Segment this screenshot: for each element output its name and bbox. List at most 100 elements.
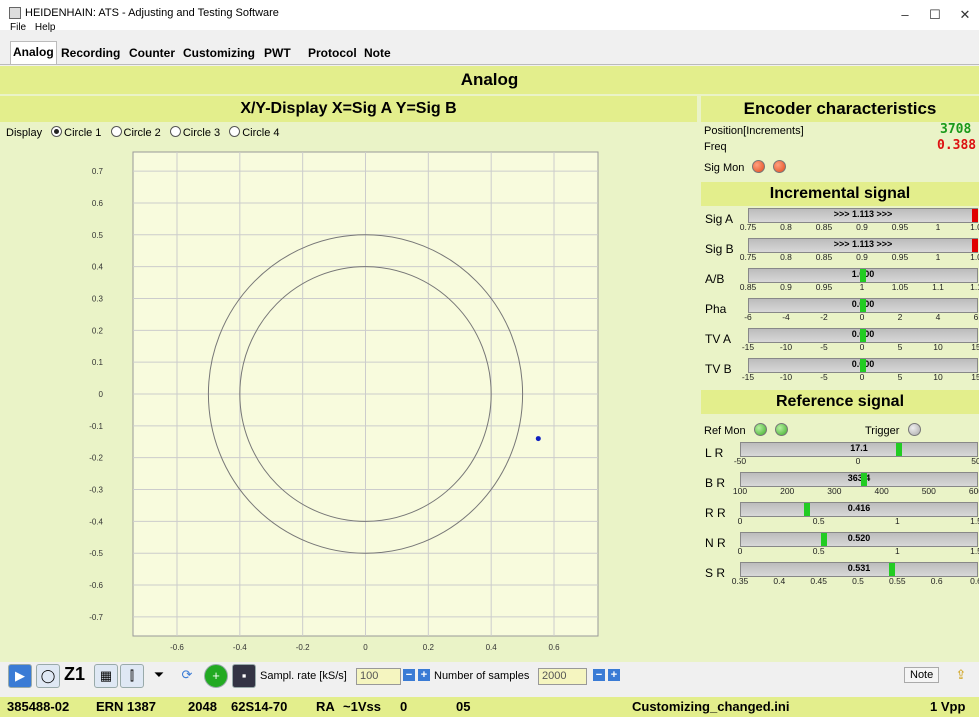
y-tick-label: 0.2 (92, 326, 104, 335)
ref-meter-scale: 100 200 300 400 500 600 (733, 486, 979, 496)
sig-mon: Sig Mon (704, 160, 787, 174)
y-tick-label: -0.2 (89, 454, 103, 463)
circle-2-radio[interactable] (110, 126, 122, 137)
num-samples-input[interactable]: 2000 (538, 668, 587, 685)
refresh-icon[interactable]: ⟳ (176, 664, 198, 686)
num-samples-minus[interactable]: − (593, 669, 605, 681)
tab-bar: Analog Recording Counter Customizing PWT… (0, 40, 979, 65)
inc-meter-tick-label: -2 (820, 312, 828, 322)
meter-marker (820, 533, 827, 546)
filter-icon[interactable]: ⏷ (148, 664, 170, 686)
ref-meter-bar: 17.1 (740, 442, 978, 457)
ref-meter-value: 0.520 (847, 533, 871, 543)
ref-meter-bar: 0.531 (740, 562, 978, 577)
save-icon[interactable]: ▪ (232, 664, 256, 688)
inc-meter-tick-label: 6 (973, 312, 979, 322)
grid-icon[interactable]: ▦ (94, 664, 118, 688)
circle-1-label[interactable]: Circle 1 (64, 127, 101, 139)
ref-meter-tick-label: 200 (780, 486, 795, 496)
tab-pwt[interactable]: PWT (262, 43, 293, 63)
sig-mon-led-1 (752, 160, 766, 173)
ref-meter-tick-label: 1.5 (970, 546, 979, 556)
inc-meter-tick-label: 0.9 (856, 222, 868, 232)
circle-icon[interactable]: ◯ (36, 664, 60, 688)
maximize-button[interactable]: ☐ (920, 2, 950, 28)
y-tick-label: -0.1 (89, 422, 103, 431)
status-ra: RA (316, 699, 335, 714)
inc-meter-label: TV B (705, 362, 732, 376)
inc-meter-scale: 0.85 0.9 0.95 1 1.05 1.1 1.1 (740, 282, 979, 292)
ref-meter-scale: -50 0 50 (734, 456, 979, 466)
marker-icon[interactable]: ⫿ (120, 664, 144, 688)
ref-meter-scale: 0 0.5 1 1.5 (737, 546, 979, 556)
tab-protocol[interactable]: Protocol (306, 43, 359, 63)
meter-marker (889, 563, 896, 576)
circle-3-label[interactable]: Circle 3 (183, 127, 220, 139)
exit-icon[interactable]: ⇪ (950, 664, 972, 686)
close-button[interactable]: ✕ (950, 2, 979, 28)
sample-rate-input[interactable]: 100 (356, 668, 401, 685)
freq-value: 0.388 (937, 138, 977, 153)
minimize-button[interactable]: – (890, 2, 920, 28)
play-icon[interactable]: ▶ (8, 664, 32, 688)
status-lines: 2048 (188, 699, 217, 714)
ref-meter-scale: 0.35 0.4 0.45 0.5 0.55 0.6 0.6 (732, 576, 979, 586)
sample-rate-minus[interactable]: − (403, 669, 415, 681)
ref-meter-value: 0.416 (847, 503, 871, 513)
inc-meter-tick-label: 15 (971, 342, 979, 352)
circle-3-radio[interactable] (169, 126, 181, 137)
inc-meter-bar: 1.000 (748, 268, 978, 283)
tab-recording[interactable]: Recording (59, 43, 122, 63)
inc-meter-tick-label: 0.75 (739, 252, 757, 262)
title-bar: HEIDENHAIN: ATS - Adjusting and Testing … (0, 0, 979, 30)
menu-file[interactable]: File (10, 22, 26, 33)
ref-meter-tick-label: 0 (737, 516, 743, 526)
circle-2-label[interactable]: Circle 2 (124, 127, 161, 139)
circle-4-label[interactable]: Circle 4 (242, 127, 279, 139)
ref-meter-tick-label: 0 (737, 546, 743, 556)
add-icon[interactable]: + (204, 664, 228, 688)
meter-marker (804, 503, 811, 516)
meter-marker (860, 473, 867, 486)
inc-meter-tick-label: 10 (933, 372, 943, 382)
ref-meter-tick-label: 0 (855, 456, 861, 466)
inc-meter-label: A/B (705, 272, 725, 286)
ref-meter-label: L R (705, 446, 724, 460)
meter-marker (860, 269, 866, 282)
note-button[interactable]: Note (904, 667, 940, 683)
y-tick-label: 0.3 (92, 294, 104, 303)
trigger: Trigger (865, 423, 921, 437)
ref-mon: Ref Mon (704, 423, 788, 437)
circle-4-radio[interactable] (229, 126, 241, 137)
z1-button[interactable]: Z1 (64, 664, 85, 685)
ref-meter-tick-label: 600 (968, 486, 979, 496)
circle-1-radio[interactable] (51, 126, 63, 137)
ref-meter-tick-label: 100 (732, 486, 748, 496)
inc-meter-tick-label: 1.05 (891, 282, 909, 292)
sample-rate-label: Sampl. rate [kS/s] (260, 670, 347, 682)
incremental-title: Incremental signal (701, 182, 979, 206)
inc-meter-tick-label: 2 (897, 312, 903, 322)
inc-meter-tick-label: 0.85 (739, 282, 757, 292)
tab-note[interactable]: Note (362, 43, 393, 63)
app-icon (9, 7, 21, 19)
num-samples-plus[interactable]: + (608, 669, 620, 681)
inc-meter-tick-label: -15 (741, 342, 755, 352)
inc-meter-scale: 0.75 0.8 0.85 0.9 0.95 1 1.0 (740, 222, 979, 232)
sample-rate-plus[interactable]: + (418, 669, 430, 681)
inc-meter-tick-label: 0.9 (856, 252, 868, 262)
inc-meter-value: >>> 1.113 >>> (833, 239, 893, 249)
sig-mon-led-2 (773, 160, 787, 173)
tab-customizing[interactable]: Customizing (181, 43, 257, 63)
display-selector: Display Circle 1 Circle 2 Circle 3 Circl… (6, 126, 280, 139)
y-tick-label: 0.1 (92, 358, 104, 367)
meter-marker (860, 299, 866, 312)
reference-title: Reference signal (701, 390, 979, 414)
tab-counter[interactable]: Counter (127, 43, 177, 63)
tab-analog[interactable]: Analog (10, 41, 57, 64)
x-tick-label: 0 (363, 643, 368, 652)
xy-plot[interactable]: -0.6 -0.4 -0.2 0 0.2 0.4 0.6 0.7 0.6 0.5 0.4 0.3 0.2… (0, 140, 697, 685)
ref-meter-tick-label: 1 (894, 516, 900, 526)
menu-help[interactable]: Help (35, 22, 56, 33)
display-label: Display (6, 127, 43, 139)
